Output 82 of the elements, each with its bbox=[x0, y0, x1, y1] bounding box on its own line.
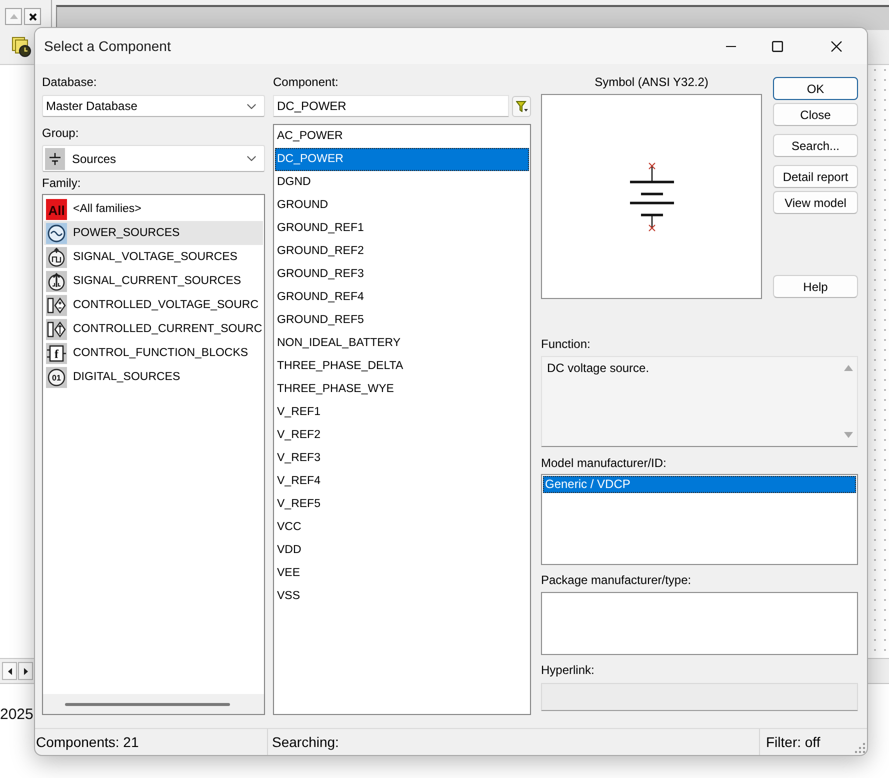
chevron-down-icon bbox=[247, 104, 256, 108]
help-button[interactable]: Help bbox=[773, 275, 858, 298]
component-item[interactable]: AC_POWER bbox=[275, 125, 529, 148]
pages-clock-icon[interactable] bbox=[12, 37, 32, 57]
chevron-down-icon bbox=[247, 156, 256, 161]
diamond-source-icon bbox=[46, 294, 67, 316]
group-label: Group: bbox=[42, 125, 80, 141]
family-item[interactable]: SIGNAL_VOLTAGE_SOURCES bbox=[44, 245, 263, 269]
family-item[interactable]: All <All families> bbox=[44, 197, 263, 221]
component-item[interactable]: GROUND_REF1 bbox=[275, 217, 529, 240]
wave-circle-icon bbox=[46, 222, 67, 244]
component-item[interactable]: DC_POWER bbox=[275, 148, 529, 171]
component-item[interactable]: GROUND_REF4 bbox=[275, 286, 529, 309]
scroll-left-button[interactable] bbox=[2, 662, 17, 680]
component-item[interactable]: THREE_PHASE_WYE bbox=[275, 378, 529, 401]
diamond-source-icon bbox=[46, 318, 67, 340]
horizontal-scrollbar[interactable] bbox=[43, 694, 264, 714]
family-item[interactable]: SIGNAL_CURRENT_SOURCES bbox=[44, 269, 263, 293]
right-arrow-icon bbox=[24, 668, 28, 674]
family-item[interactable]: f CONTROL_FUNCTION_BLOCKS bbox=[44, 341, 263, 365]
component-item[interactable]: DGND bbox=[275, 171, 529, 194]
component-item[interactable]: VEE bbox=[275, 562, 529, 585]
status-text: Filter: off bbox=[766, 734, 820, 750]
family-item[interactable]: POWER_SOURCES bbox=[44, 221, 263, 245]
component-label: Component: bbox=[273, 74, 340, 90]
family-label: Family: bbox=[42, 175, 82, 191]
package-list[interactable] bbox=[541, 592, 858, 655]
component-item[interactable]: NON_IDEAL_BATTERY bbox=[275, 332, 529, 355]
model-label: Model manufacturer/ID: bbox=[541, 455, 668, 471]
close-button[interactable]: Close bbox=[773, 103, 858, 126]
component-item[interactable]: GROUND_REF3 bbox=[275, 263, 529, 286]
digital-circle-icon: 01 bbox=[46, 366, 67, 388]
family-item[interactable]: CONTROLLED_CURRENT_SOURC bbox=[44, 317, 263, 341]
maximize-icon bbox=[772, 40, 783, 52]
panel-close-button[interactable] bbox=[24, 8, 41, 25]
group-dropdown[interactable]: Sources bbox=[42, 145, 265, 172]
function-description: DC voltage source. bbox=[546, 360, 650, 377]
search-button[interactable]: Search... bbox=[773, 134, 858, 157]
component-item[interactable]: GROUND_REF2 bbox=[275, 240, 529, 263]
scrollbar-thumb[interactable] bbox=[65, 702, 230, 706]
scroll-up-icon[interactable] bbox=[844, 365, 853, 371]
view-model-button[interactable]: View model bbox=[773, 191, 858, 214]
component-item[interactable]: GROUND_REF5 bbox=[275, 309, 529, 332]
package-label: Package manufacturer/type: bbox=[541, 572, 692, 588]
component-item[interactable]: V_REF2 bbox=[275, 424, 529, 447]
battery-symbol-drawing bbox=[628, 162, 674, 232]
family-item[interactable]: 01 DIGITAL_SOURCES bbox=[44, 365, 263, 389]
component-item[interactable]: V_REF4 bbox=[275, 470, 529, 493]
component-item[interactable]: VCC bbox=[275, 516, 529, 539]
date-text: 2025 bbox=[0, 706, 34, 722]
close-icon bbox=[831, 40, 842, 52]
component-field[interactable]: DC_POWER bbox=[273, 95, 509, 117]
component-item[interactable]: V_REF3 bbox=[275, 447, 529, 470]
database-dropdown[interactable]: Master Database bbox=[42, 95, 265, 117]
filter-button[interactable] bbox=[512, 96, 531, 116]
pulse-circle-icon bbox=[46, 246, 67, 268]
window-title: Select a Component bbox=[43, 38, 172, 54]
function-block-icon: f bbox=[46, 342, 67, 364]
model-item[interactable]: Generic / VDCP bbox=[543, 476, 856, 493]
component-item[interactable]: V_REF1 bbox=[275, 401, 529, 424]
component-item[interactable]: THREE_PHASE_DELTA bbox=[275, 355, 529, 378]
family-item[interactable]: CONTROLLED_VOLTAGE_SOURC bbox=[44, 293, 263, 317]
status-text: Searching: bbox=[272, 734, 339, 750]
hyperlink-label: Hyperlink: bbox=[541, 662, 596, 678]
database-label: Database: bbox=[42, 74, 98, 90]
detail-report-button[interactable]: Detail report bbox=[773, 165, 858, 188]
left-arrow-icon bbox=[8, 668, 12, 674]
arrow-circle-icon bbox=[46, 270, 67, 292]
resize-grip-icon[interactable] bbox=[855, 743, 865, 753]
scroll-right-button[interactable] bbox=[18, 662, 33, 680]
component-item[interactable]: VSS bbox=[275, 585, 529, 608]
ok-button[interactable]: OK bbox=[773, 77, 858, 100]
dc-source-icon bbox=[45, 148, 65, 170]
status-text: Components: 21 bbox=[36, 734, 139, 750]
component-item[interactable]: V_REF5 bbox=[275, 493, 529, 516]
funnel-icon bbox=[516, 100, 528, 112]
symbol-label: Symbol (ANSI Y32.2) bbox=[594, 74, 710, 90]
component-item[interactable]: GROUND bbox=[275, 194, 529, 217]
scroll-down-icon[interactable] bbox=[844, 432, 853, 438]
all-icon: All bbox=[46, 198, 67, 220]
component-item[interactable]: VDD bbox=[275, 539, 529, 562]
function-label: Function: bbox=[541, 336, 592, 352]
